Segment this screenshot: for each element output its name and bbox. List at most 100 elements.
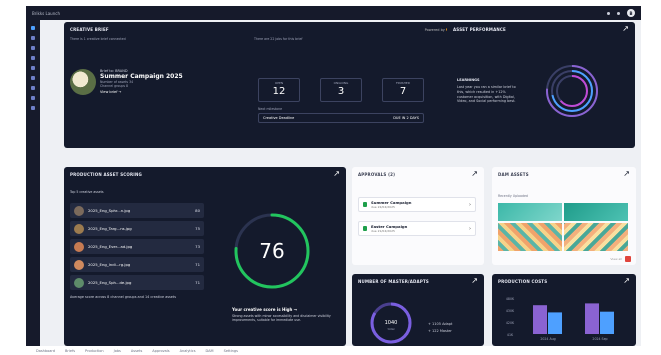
sidebar-assets-icon[interactable] (31, 56, 35, 60)
approval-item[interactable]: Easter Campaign due 21/04/2025 › (358, 221, 476, 236)
taskbar-item[interactable]: Settings (224, 349, 238, 353)
sidebar-jobs-icon[interactable] (31, 46, 35, 50)
app-window: Brikks Launch B CREATIVE BRIEF Powered b… (26, 6, 641, 346)
legend-adapt: + 1105 Adapt (428, 322, 453, 326)
chevron-right-icon: › (469, 225, 471, 232)
taskbar-item[interactable]: Analytics (180, 349, 196, 353)
campaign-image (70, 69, 96, 95)
taskbar-item[interactable]: Dashboard (36, 349, 55, 353)
asset-score: 71 (195, 280, 200, 285)
taskbar-item[interactable]: Approvals (152, 349, 169, 353)
expand-arrow-icon[interactable]: ↗ (623, 170, 630, 178)
kpi-ongoing-value: 3 (337, 86, 345, 97)
kpi-finished-value: 7 (399, 86, 407, 97)
legend-master: + 122 Master (428, 329, 452, 333)
asset-row[interactable]: 2025_Eng_Indi...rg.jpg 71 (70, 257, 204, 272)
taskbar-item[interactable]: DAM (206, 349, 214, 353)
y-tick-label: 430K (506, 309, 515, 313)
production-costs-title: PRODUCTION COSTS (498, 279, 548, 284)
asset-row[interactable]: 2025_Eng_Targ...ns.jpg 75 (70, 221, 204, 236)
asset-row[interactable]: 2025_Eng_Sph...de.jpg 71 (70, 275, 204, 290)
gauge-value: 76 (259, 239, 284, 263)
asset-score: 75 (195, 226, 200, 231)
asset-row[interactable]: 2025_Eng_Sphr...n.jpg 80 (70, 203, 204, 218)
kpi-ongoing: ONGOING 3 (320, 78, 362, 102)
approvals-card: APPROVALS (2) ↗ Summer Campaign due 22/0… (352, 167, 484, 265)
learnings-text: Last year you ran a similar brief to thi… (457, 85, 516, 104)
taskbar-item[interactable]: Production (85, 349, 104, 353)
expand-arrow-icon[interactable]: ↗ (471, 170, 478, 178)
creative-brief-title: CREATIVE BRIEF (70, 27, 109, 32)
sidebar-approvals-icon[interactable] (31, 66, 35, 70)
notification-icon[interactable] (607, 11, 610, 15)
asset-thumbnail (74, 259, 84, 270)
score-verdict-detail: Strong assets with minor accessibility a… (232, 314, 331, 323)
approvals-title: APPROVALS (2) (358, 172, 396, 177)
asset-score: 73 (195, 244, 200, 249)
master-adapts-donut: 1040 total (370, 302, 412, 344)
user-avatar[interactable]: B (627, 9, 635, 17)
dam-thumbnail[interactable] (498, 223, 562, 251)
sidebar-dam-icon[interactable] (31, 86, 35, 90)
sidebar-analytics-icon[interactable] (31, 76, 35, 80)
brief-connected-text: There is 1 creative brief connected (70, 37, 126, 41)
milestone-due: DUE IN 2 DAYS (393, 116, 419, 120)
asset-thumbnail (74, 223, 84, 234)
asset-performance-title: ASSET PERFORMANCE (453, 27, 506, 32)
kpi-ongoing-label: ONGOING (333, 81, 349, 85)
view-all-icon[interactable] (625, 256, 631, 262)
asset-thumbnail (74, 241, 84, 252)
approval-item[interactable]: Summer Campaign due 22/04/2025 › (358, 197, 476, 212)
brief-jobs-text: There are 22 jobs for this brief (254, 37, 303, 41)
y-tick-label: 41K (507, 333, 514, 337)
score-verdict[interactable]: Your creative score is High → (232, 307, 297, 312)
sidebar-settings-icon[interactable] (31, 106, 35, 110)
dam-assets-card: DAM ASSETS ↗ Recently Uploaded View all (492, 167, 636, 265)
asset-name: 2025_Eng_Targ...ns.jpg (88, 226, 132, 231)
dam-thumbnail[interactable] (498, 203, 562, 221)
chevron-right-icon: › (469, 201, 471, 208)
top-assets-subtitle: Top 5 creative assets (70, 190, 104, 194)
milestone-name: Creative Deadline (263, 116, 295, 120)
x-tick-label: 2024 Sep (592, 337, 607, 341)
asset-score: 80 (195, 208, 200, 213)
taskbar-item[interactable]: Jobs (114, 349, 121, 353)
cost-bar (585, 303, 599, 334)
expand-arrow-icon[interactable]: ↗ (622, 25, 629, 33)
campaign-info: Brief to: BRAND Summer Campaign 2025 Num… (100, 69, 183, 94)
donut-total: 1040 (385, 320, 398, 326)
taskbar-item[interactable]: Assets (131, 349, 142, 353)
document-icon (363, 202, 367, 207)
asset-name: 2025_Eng_Sphr...n.jpg (88, 208, 131, 213)
dam-thumbnail[interactable] (564, 223, 628, 251)
master-adapts-card: NUMBER OF MASTER/ADAPTS ↗ 1040 total + 1… (352, 274, 484, 346)
kpi-finished-label: FINISHED (395, 81, 411, 85)
sidebar-home-icon[interactable] (31, 26, 35, 30)
milestone-row[interactable]: Creative Deadline DUE IN 2 DAYS (258, 113, 424, 123)
view-brief-link[interactable]: View brief → (100, 90, 183, 94)
taskbar: Dashboard Briefs Production Jobs Assets Appro… (0, 346, 661, 355)
y-tick-label: 480K (506, 297, 515, 301)
dam-thumbnail[interactable] (564, 203, 628, 221)
expand-arrow-icon[interactable]: ↗ (623, 277, 630, 285)
document-icon (363, 226, 367, 231)
sidebar-costs-icon[interactable] (31, 96, 35, 100)
expand-arrow-icon[interactable]: ↗ (471, 277, 478, 285)
expand-arrow-icon[interactable]: ↗ (333, 170, 340, 178)
kpi-open: OPEN 12 (258, 78, 300, 102)
sidebar-briefs-icon[interactable] (31, 36, 35, 40)
asset-row[interactable]: 2025_Eng_Ever...ad.jpg 73 (70, 239, 204, 254)
kpi-finished: FINISHED 7 (382, 78, 424, 102)
campaign-name: Summer Campaign 2025 (100, 73, 183, 80)
learnings-label: LEARNINGS (457, 78, 480, 82)
milestone-label: Next milestone (258, 107, 283, 111)
creative-score-gauge: 76 (234, 213, 310, 289)
average-score-text: Average score across 8 channel groups an… (70, 295, 176, 299)
settings-icon[interactable] (617, 11, 620, 15)
asset-name: 2025_Eng_Ever...ad.jpg (88, 244, 133, 249)
y-tick-label: 420K (506, 321, 515, 325)
approval-due: due 22/04/2025 (371, 205, 395, 209)
recently-uploaded-label: Recently Uploaded (498, 194, 528, 198)
view-all-link[interactable]: View all (610, 257, 622, 261)
taskbar-item[interactable]: Briefs (65, 349, 75, 353)
